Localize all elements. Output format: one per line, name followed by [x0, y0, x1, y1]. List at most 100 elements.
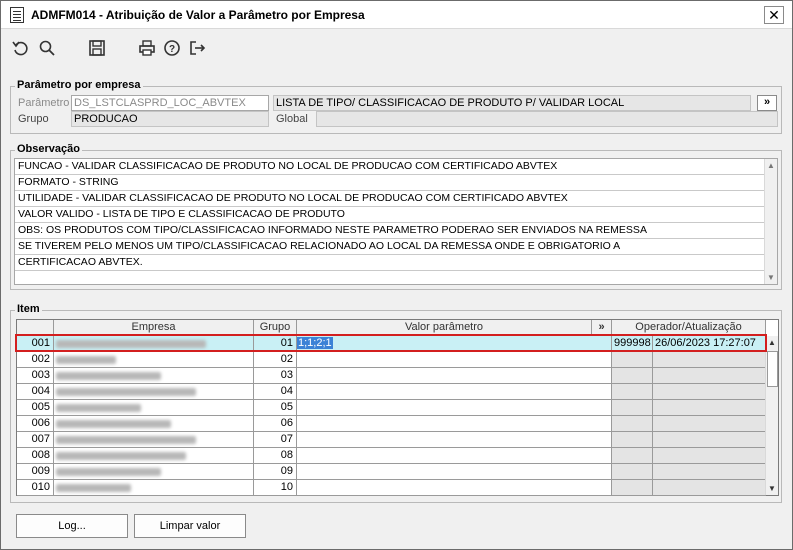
- observacao-line: UTILIDADE - VALIDAR CLASSIFICACAO DE PRO…: [15, 191, 765, 207]
- svg-text:?: ?: [169, 44, 175, 55]
- valor-cell[interactable]: [297, 416, 612, 432]
- operador-cell: [612, 384, 653, 400]
- global-field: [316, 111, 778, 127]
- table-row[interactable]: 008 08: [17, 448, 766, 464]
- observacao-line: VALOR VALIDO - LISTA DE TIPO E CLASSIFIC…: [15, 207, 765, 223]
- observacao-group-title: Observação: [15, 143, 82, 155]
- save-icon[interactable]: [87, 39, 107, 59]
- operador-cell: [612, 416, 653, 432]
- empresa-cell-redacted: [54, 448, 254, 464]
- grupo-cell: 08: [254, 448, 297, 464]
- row-code: 009: [17, 464, 54, 480]
- grupo-cell: 07: [254, 432, 297, 448]
- limpar-valor-button[interactable]: Limpar valor: [134, 514, 246, 538]
- search-icon[interactable]: [37, 39, 57, 59]
- atualizacao-cell: [653, 384, 766, 400]
- observacao-line: FUNCAO - VALIDAR CLASSIFICACAO DE PRODUT…: [15, 159, 765, 175]
- selected-row-highlight: [15, 334, 767, 352]
- valor-cell[interactable]: [297, 352, 612, 368]
- empresa-cell-redacted: [54, 480, 254, 496]
- table-row[interactable]: 004 04: [17, 384, 766, 400]
- close-button[interactable]: ✕: [764, 6, 784, 24]
- operador-cell: [612, 368, 653, 384]
- valor-cell[interactable]: [297, 368, 612, 384]
- parametro-lookup-button[interactable]: »: [757, 95, 777, 111]
- operador-cell: [612, 352, 653, 368]
- table-row[interactable]: 005 05: [17, 400, 766, 416]
- window-title: ADMFM014 - Atribuição de Valor a Parâmet…: [31, 8, 365, 22]
- row-code: 010: [17, 480, 54, 496]
- valor-cell[interactable]: [297, 480, 612, 496]
- table-row[interactable]: 007 07: [17, 432, 766, 448]
- grupo-label: Grupo: [18, 113, 49, 125]
- table-row[interactable]: 010 10: [17, 480, 766, 496]
- observacao-line: FORMATO - STRING: [15, 175, 765, 191]
- row-code: 007: [17, 432, 54, 448]
- atualizacao-cell: [653, 400, 766, 416]
- row-code: 008: [17, 448, 54, 464]
- grupo-cell: 10: [254, 480, 297, 496]
- operador-cell: [612, 480, 653, 496]
- grupo-cell: 02: [254, 352, 297, 368]
- observacao-scrollbar[interactable]: ▲ ▼: [764, 159, 777, 284]
- empresa-cell-redacted: [54, 464, 254, 480]
- empresa-cell-redacted: [54, 416, 254, 432]
- scroll-thumb[interactable]: [767, 351, 778, 387]
- operador-cell: [612, 448, 653, 464]
- atualizacao-cell: [653, 480, 766, 496]
- table-row[interactable]: 009 09: [17, 464, 766, 480]
- empresa-cell-redacted: [54, 352, 254, 368]
- main-window: ADMFM014 - Atribuição de Valor a Parâmet…: [0, 0, 793, 550]
- print-icon[interactable]: [137, 39, 157, 59]
- row-code: 002: [17, 352, 54, 368]
- table-row[interactable]: 003 03: [17, 368, 766, 384]
- grupo-cell: 05: [254, 400, 297, 416]
- exit-icon[interactable]: [187, 39, 207, 59]
- parametro-field[interactable]: DS_LSTCLASPRD_LOC_ABVTEX: [71, 95, 269, 111]
- operador-cell: [612, 464, 653, 480]
- grupo-cell: 09: [254, 464, 297, 480]
- document-icon: [10, 7, 24, 23]
- log-button[interactable]: Log...: [16, 514, 128, 538]
- table-row[interactable]: 006 06: [17, 416, 766, 432]
- atualizacao-cell: [653, 432, 766, 448]
- global-label: Global: [276, 113, 308, 125]
- valor-cell[interactable]: [297, 432, 612, 448]
- row-code: 005: [17, 400, 54, 416]
- scroll-down-icon[interactable]: ▼: [765, 271, 777, 284]
- grid-scrollbar[interactable]: ▲ ▼: [765, 336, 778, 495]
- valor-cell[interactable]: [297, 384, 612, 400]
- help-icon[interactable]: ?: [162, 39, 182, 59]
- empresa-cell-redacted: [54, 368, 254, 384]
- row-code: 003: [17, 368, 54, 384]
- row-code: 004: [17, 384, 54, 400]
- valor-cell[interactable]: [297, 400, 612, 416]
- scroll-up-icon[interactable]: ▲: [765, 159, 777, 172]
- atualizacao-cell: [653, 464, 766, 480]
- toolbar: ?: [1, 30, 792, 66]
- observacao-text: FUNCAO - VALIDAR CLASSIFICACAO DE PRODUT…: [14, 158, 778, 285]
- scroll-up-icon[interactable]: ▲: [766, 336, 778, 349]
- scroll-down-icon[interactable]: ▼: [766, 482, 778, 495]
- grupo-field: PRODUCAO: [71, 111, 269, 127]
- table-row[interactable]: 002 02: [17, 352, 766, 368]
- parametro-group-title: Parâmetro por empresa: [15, 79, 143, 91]
- grupo-cell: 03: [254, 368, 297, 384]
- valor-cell[interactable]: [297, 448, 612, 464]
- observacao-line: CERTIFICACAO ABVTEX.: [15, 255, 765, 271]
- grupo-cell: 04: [254, 384, 297, 400]
- atualizacao-cell: [653, 352, 766, 368]
- empresa-cell-redacted: [54, 432, 254, 448]
- title-bar: ADMFM014 - Atribuição de Valor a Parâmet…: [1, 1, 792, 29]
- valor-cell[interactable]: [297, 464, 612, 480]
- parametro-label: Parâmetro: [18, 97, 70, 109]
- atualizacao-cell: [653, 368, 766, 384]
- atualizacao-cell: [653, 416, 766, 432]
- empresa-cell-redacted: [54, 400, 254, 416]
- parametro-description: LISTA DE TIPO/ CLASSIFICACAO DE PRODUTO …: [273, 95, 751, 111]
- operador-cell: [612, 432, 653, 448]
- operador-cell: [612, 400, 653, 416]
- undo-icon[interactable]: [11, 39, 31, 59]
- row-code: 006: [17, 416, 54, 432]
- grupo-cell: 06: [254, 416, 297, 432]
